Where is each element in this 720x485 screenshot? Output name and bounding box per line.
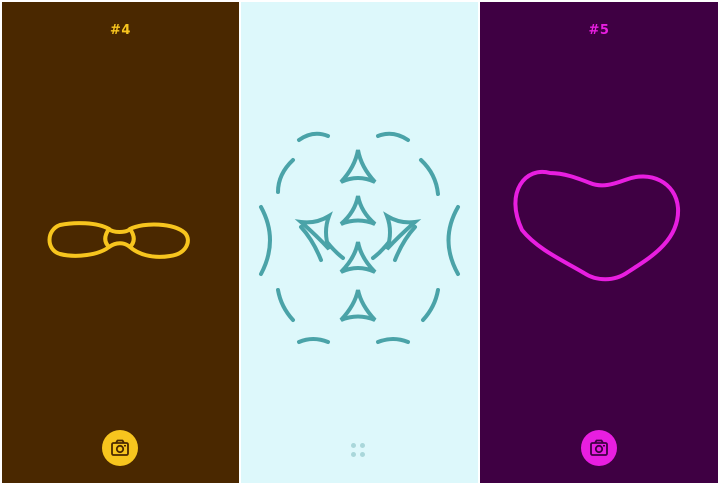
- app-screens-collage: #4 #5: [0, 0, 720, 485]
- kaleidoscope-pattern[interactable]: [241, 2, 478, 483]
- screen-level-5: #5: [480, 2, 718, 483]
- camera-icon: [590, 439, 608, 456]
- screen-level-4: #4: [2, 2, 239, 483]
- outer-arc: [376, 337, 410, 344]
- star-shard: [339, 195, 377, 226]
- double-loop-shape[interactable]: [2, 2, 239, 483]
- heart-blob-shape[interactable]: [480, 2, 718, 483]
- grid-dots-icon[interactable]: [349, 441, 369, 461]
- camera-button[interactable]: [102, 430, 138, 466]
- outer-arc: [419, 158, 440, 196]
- star-shard: [339, 149, 377, 184]
- star-shard-edge: [371, 240, 391, 260]
- outer-arc: [376, 131, 410, 142]
- heart-outline: [513, 169, 681, 282]
- screen-kaleidoscope: [241, 2, 478, 483]
- inner-right-curve: [128, 227, 136, 249]
- outer-arc: [276, 158, 295, 194]
- outer-arc: [421, 288, 440, 322]
- outer-arc: [297, 131, 330, 142]
- outer-outline: [47, 221, 190, 259]
- star-shard: [339, 241, 377, 274]
- camera-icon: [111, 439, 129, 456]
- outer-arc: [259, 205, 272, 276]
- star-shard: [339, 289, 377, 322]
- inner-left-curve: [103, 227, 111, 249]
- outer-arc: [297, 337, 330, 344]
- outer-arc: [276, 288, 295, 322]
- camera-button[interactable]: [581, 430, 617, 466]
- star-shard-edge: [325, 240, 345, 260]
- outer-arc: [446, 205, 460, 276]
